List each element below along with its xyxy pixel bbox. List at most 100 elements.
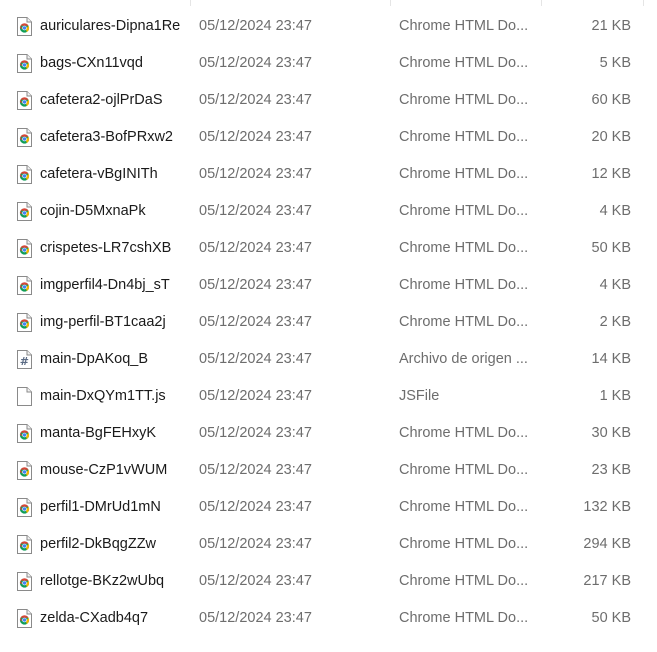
file-size: 50 KB [591, 240, 632, 256]
chrome-html-file-icon [16, 424, 33, 443]
column-separator-size[interactable] [541, 0, 542, 6]
file-size: 4 KB [599, 277, 631, 293]
file-size: 132 KB [583, 499, 631, 515]
file-name: manta-BgFEHxyK [40, 425, 157, 441]
file-date-modified: 05/12/2024 23:47 [199, 610, 312, 626]
file-date-modified: 05/12/2024 23:47 [199, 92, 312, 108]
file-type: Chrome HTML Do... [399, 18, 529, 34]
chrome-html-file-icon [16, 572, 33, 591]
file-date-modified: 05/12/2024 23:47 [199, 351, 312, 367]
file-date-modified: 05/12/2024 23:47 [199, 203, 312, 219]
file-name: cafetera3-BofPRxw2 [40, 129, 173, 145]
file-date-modified: 05/12/2024 23:47 [199, 425, 312, 441]
file-type: JSFile [399, 388, 440, 404]
file-type: Archivo de origen ... [399, 351, 528, 367]
file-size: 5 KB [599, 55, 631, 71]
file-name: bags-CXn11vqd [40, 55, 143, 71]
svg-text:#: # [20, 355, 29, 368]
file-type: Chrome HTML Do... [399, 129, 529, 145]
file-type: Chrome HTML Do... [399, 240, 529, 256]
file-name: main-DxQYm1TT.js [40, 388, 166, 404]
file-row[interactable]: auriculares-Dipna1Re 05/12/2024 23:47 Ch… [0, 8, 657, 45]
file-row[interactable]: rellotge-BKz2wUbq 05/12/2024 23:47 Chrom… [0, 563, 657, 600]
file-row[interactable]: crispetes-LR7cshXB 05/12/2024 23:47 Chro… [0, 230, 657, 267]
file-type: Chrome HTML Do... [399, 536, 529, 552]
file-type: Chrome HTML Do... [399, 425, 529, 441]
file-size: 21 KB [591, 18, 632, 34]
file-type: Chrome HTML Do... [399, 166, 529, 182]
file-row[interactable]: cafetera3-BofPRxw2 05/12/2024 23:47 Chro… [0, 119, 657, 156]
file-date-modified: 05/12/2024 23:47 [199, 462, 312, 478]
file-size: 23 KB [591, 462, 632, 478]
chrome-html-file-icon [16, 128, 33, 147]
file-type: Chrome HTML Do... [399, 277, 529, 293]
file-date-modified: 05/12/2024 23:47 [199, 240, 312, 256]
file-type: Chrome HTML Do... [399, 55, 529, 71]
file-name: auriculares-Dipna1Re [40, 18, 181, 34]
file-date-modified: 05/12/2024 23:47 [199, 18, 312, 34]
file-date-modified: 05/12/2024 23:47 [199, 166, 312, 182]
file-size: 20 KB [591, 129, 632, 145]
chrome-html-file-icon [16, 535, 33, 554]
chrome-html-file-icon [16, 17, 33, 36]
chrome-html-file-icon [16, 609, 33, 628]
file-row[interactable]: perfil1-DMrUd1mN 05/12/2024 23:47 Chrome… [0, 489, 657, 526]
file-date-modified: 05/12/2024 23:47 [199, 388, 312, 404]
css-source-file-icon: # [16, 350, 33, 369]
file-date-modified: 05/12/2024 23:47 [199, 55, 312, 71]
file-name: perfil2-DkBqgZZw [40, 536, 157, 552]
file-row[interactable]: bags-CXn11vqd 05/12/2024 23:47 Chrome HT… [0, 45, 657, 82]
file-row[interactable]: imgperfil4-Dn4bj_sT 05/12/2024 23:47 Chr… [0, 267, 657, 304]
file-type: Chrome HTML Do... [399, 92, 529, 108]
file-size: 4 KB [599, 203, 631, 219]
file-name: crispetes-LR7cshXB [40, 240, 172, 256]
file-row[interactable]: manta-BgFEHxyK 05/12/2024 23:47 Chrome H… [0, 415, 657, 452]
file-date-modified: 05/12/2024 23:47 [199, 314, 312, 330]
file-type: Chrome HTML Do... [399, 314, 529, 330]
chrome-html-file-icon [16, 165, 33, 184]
chrome-html-file-icon [16, 202, 33, 221]
file-row[interactable]: zelda-CXadb4q7 05/12/2024 23:47 Chrome H… [0, 600, 657, 637]
file-row[interactable]: mouse-CzP1vWUM 05/12/2024 23:47 Chrome H… [0, 452, 657, 489]
file-name: cafetera-vBgINITh [40, 166, 158, 182]
file-row[interactable]: # main-DpAKoq_B 05/12/2024 23:47 Archivo… [0, 341, 657, 378]
column-separator-date[interactable] [190, 0, 191, 6]
file-date-modified: 05/12/2024 23:47 [199, 129, 312, 145]
file-date-modified: 05/12/2024 23:47 [199, 277, 312, 293]
file-size: 50 KB [591, 610, 632, 626]
file-row[interactable]: cafetera-vBgINITh 05/12/2024 23:47 Chrom… [0, 156, 657, 193]
file-name: cafetera2-ojlPrDaS [40, 92, 163, 108]
chrome-html-file-icon [16, 498, 33, 517]
file-size: 2 KB [599, 314, 631, 330]
file-list: auriculares-Dipna1Re 05/12/2024 23:47 Ch… [0, 8, 657, 637]
chrome-html-file-icon [16, 239, 33, 258]
chrome-html-file-icon [16, 276, 33, 295]
file-row[interactable]: main-DxQYm1TT.js 05/12/2024 23:47 JSFile… [0, 378, 657, 415]
blank-file-icon [16, 387, 33, 406]
file-name: rellotge-BKz2wUbq [40, 573, 165, 589]
file-size: 30 KB [591, 425, 632, 441]
file-name: mouse-CzP1vWUM [40, 462, 168, 478]
file-type: Chrome HTML Do... [399, 573, 529, 589]
file-name: zelda-CXadb4q7 [40, 610, 149, 626]
file-name: main-DpAKoq_B [40, 351, 148, 367]
file-type: Chrome HTML Do... [399, 499, 529, 515]
chrome-html-file-icon [16, 54, 33, 73]
chrome-html-file-icon [16, 461, 33, 480]
file-name: cojin-D5MxnaPk [40, 203, 146, 219]
file-size: 12 KB [591, 166, 632, 182]
file-date-modified: 05/12/2024 23:47 [199, 536, 312, 552]
file-row[interactable]: img-perfil-BT1caa2j 05/12/2024 23:47 Chr… [0, 304, 657, 341]
chrome-html-file-icon [16, 313, 33, 332]
file-date-modified: 05/12/2024 23:47 [199, 499, 312, 515]
file-row[interactable]: cojin-D5MxnaPk 05/12/2024 23:47 Chrome H… [0, 193, 657, 230]
file-size: 217 KB [583, 573, 631, 589]
file-size: 14 KB [591, 351, 632, 367]
file-date-modified: 05/12/2024 23:47 [199, 573, 312, 589]
file-type: Chrome HTML Do... [399, 203, 529, 219]
file-row[interactable]: perfil2-DkBqgZZw 05/12/2024 23:47 Chrome… [0, 526, 657, 563]
file-size: 60 KB [591, 92, 632, 108]
column-separator-type[interactable] [390, 0, 391, 6]
column-separator-end[interactable] [643, 0, 644, 6]
file-row[interactable]: cafetera2-ojlPrDaS 05/12/2024 23:47 Chro… [0, 82, 657, 119]
